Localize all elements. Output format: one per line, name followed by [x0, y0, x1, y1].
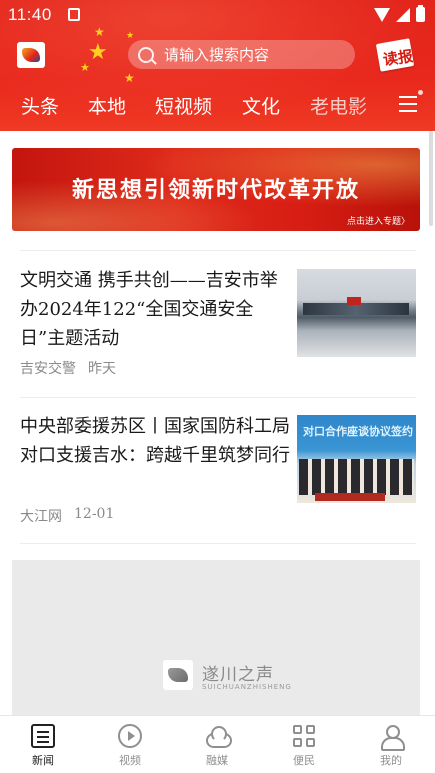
user-icon	[379, 724, 405, 751]
logo-mark	[22, 48, 40, 62]
article-time: 昨天	[88, 361, 116, 377]
tab-headlines[interactable]: 头条	[21, 92, 59, 119]
article-source: 大江网	[20, 509, 62, 525]
video-placeholder[interactable]: 遂川之声 SUICHUANZHISHENG	[12, 560, 420, 715]
divider	[20, 250, 416, 251]
nav-profile[interactable]: 我的	[361, 724, 421, 768]
nav-label: 我的	[380, 754, 402, 767]
banner-title: 新思想引领新时代改革开放	[71, 178, 360, 203]
search-placeholder: 请输入搜索内容	[164, 46, 270, 64]
tab-local[interactable]: 本地	[88, 92, 126, 119]
menu-line	[399, 96, 417, 98]
signal-icon	[396, 7, 410, 22]
star-icon: ★	[94, 25, 105, 39]
wifi-icon	[374, 7, 390, 22]
battery-icon	[416, 5, 425, 22]
tab-short-video[interactable]: 短视频	[155, 92, 212, 119]
article-title[interactable]: 中央部委援苏区丨国家国防科工局对口支援吉水：跨越千里筑梦同行	[20, 412, 290, 470]
status-time: 11:40	[8, 5, 52, 24]
top-header: 11:40 ★ ★ ★ ★ ★ 请输入搜索内容 读报 头条 本地 短视频 文化 …	[0, 0, 435, 131]
nav-video[interactable]: 视频	[100, 724, 160, 768]
station-pinyin: SUICHUANZHISHENG	[202, 683, 292, 691]
tab-culture[interactable]: 文化	[242, 92, 280, 119]
read-paper-label: 读报	[381, 46, 415, 69]
banner-cta[interactable]: 点击进入专题〉	[347, 214, 410, 227]
article-title[interactable]: 文明交通 携手共创——吉安市举办2024年122“全国交通安全日”主题活动	[20, 266, 290, 353]
nav-label: 融媒	[206, 754, 228, 767]
divider	[20, 397, 416, 398]
notification-icon	[68, 8, 80, 21]
nav-label: 视频	[119, 754, 141, 767]
article-item[interactable]: 文明交通 携手共创——吉安市举办2024年122“全国交通安全日”主题活动 吉安…	[20, 266, 416, 381]
article-source: 吉安交警	[20, 361, 76, 377]
tab-old-movies[interactable]: 老电影	[310, 92, 367, 119]
station-name: 遂川之声	[202, 665, 274, 685]
star-icon: ★	[88, 40, 108, 65]
grid-icon	[292, 724, 316, 748]
topic-banner[interactable]: 新思想引领新时代改革开放 点击进入专题〉	[12, 148, 420, 231]
menu-line	[399, 103, 417, 105]
star-icon: ★	[126, 31, 135, 41]
channel-tabs: 头条 本地 短视频 文化 老电影	[0, 90, 435, 120]
news-icon	[31, 724, 55, 748]
channel-menu-icon[interactable]	[399, 90, 423, 112]
article-item[interactable]: 中央部委援苏区丨国家国防科工局对口支援吉水：跨越千里筑梦同行 大江网 12-01…	[20, 412, 416, 527]
station-logo-icon	[163, 660, 193, 690]
status-bar: 11:40	[0, 0, 435, 30]
app-screen: 11:40 ★ ★ ★ ★ ★ 请输入搜索内容 读报 头条 本地 短视频 文化 …	[0, 0, 435, 773]
nav-news[interactable]: 新闻	[13, 724, 73, 768]
read-paper-button[interactable]: 读报	[374, 38, 418, 72]
system-icons	[374, 5, 425, 22]
thumbnail-flag	[347, 297, 361, 305]
article-time: 12-01	[74, 506, 115, 522]
search-icon	[138, 46, 154, 63]
nav-label: 便民	[293, 754, 315, 767]
app-logo-icon[interactable]	[17, 42, 45, 68]
article-meta: 大江网 12-01	[20, 506, 114, 526]
divider	[20, 543, 416, 544]
menu-line	[399, 110, 417, 112]
menu-badge-dot	[418, 90, 423, 95]
nav-media[interactable]: 融媒	[187, 724, 247, 768]
search-bar[interactable]: 请输入搜索内容	[128, 40, 355, 69]
article-thumbnail[interactable]	[297, 269, 416, 357]
cloud-icon	[205, 724, 232, 748]
bottom-nav: 新闻 视频 融媒 便民 我的	[0, 715, 435, 773]
logo-mark	[168, 668, 188, 682]
star-icon: ★	[124, 71, 135, 85]
article-meta: 吉安交警 昨天	[20, 358, 116, 378]
star-icon: ★	[80, 61, 90, 74]
play-circle-icon	[118, 724, 142, 748]
scrollbar[interactable]	[429, 131, 433, 226]
nav-label: 新闻	[32, 754, 54, 767]
thumbnail-people	[299, 459, 414, 495]
nav-services[interactable]: 便民	[274, 724, 334, 768]
thumbnail-caption: 对口合作座谈协议签约	[303, 425, 413, 438]
article-thumbnail[interactable]: 对口合作座谈协议签约	[297, 415, 416, 503]
thumbnail-table	[315, 493, 385, 501]
